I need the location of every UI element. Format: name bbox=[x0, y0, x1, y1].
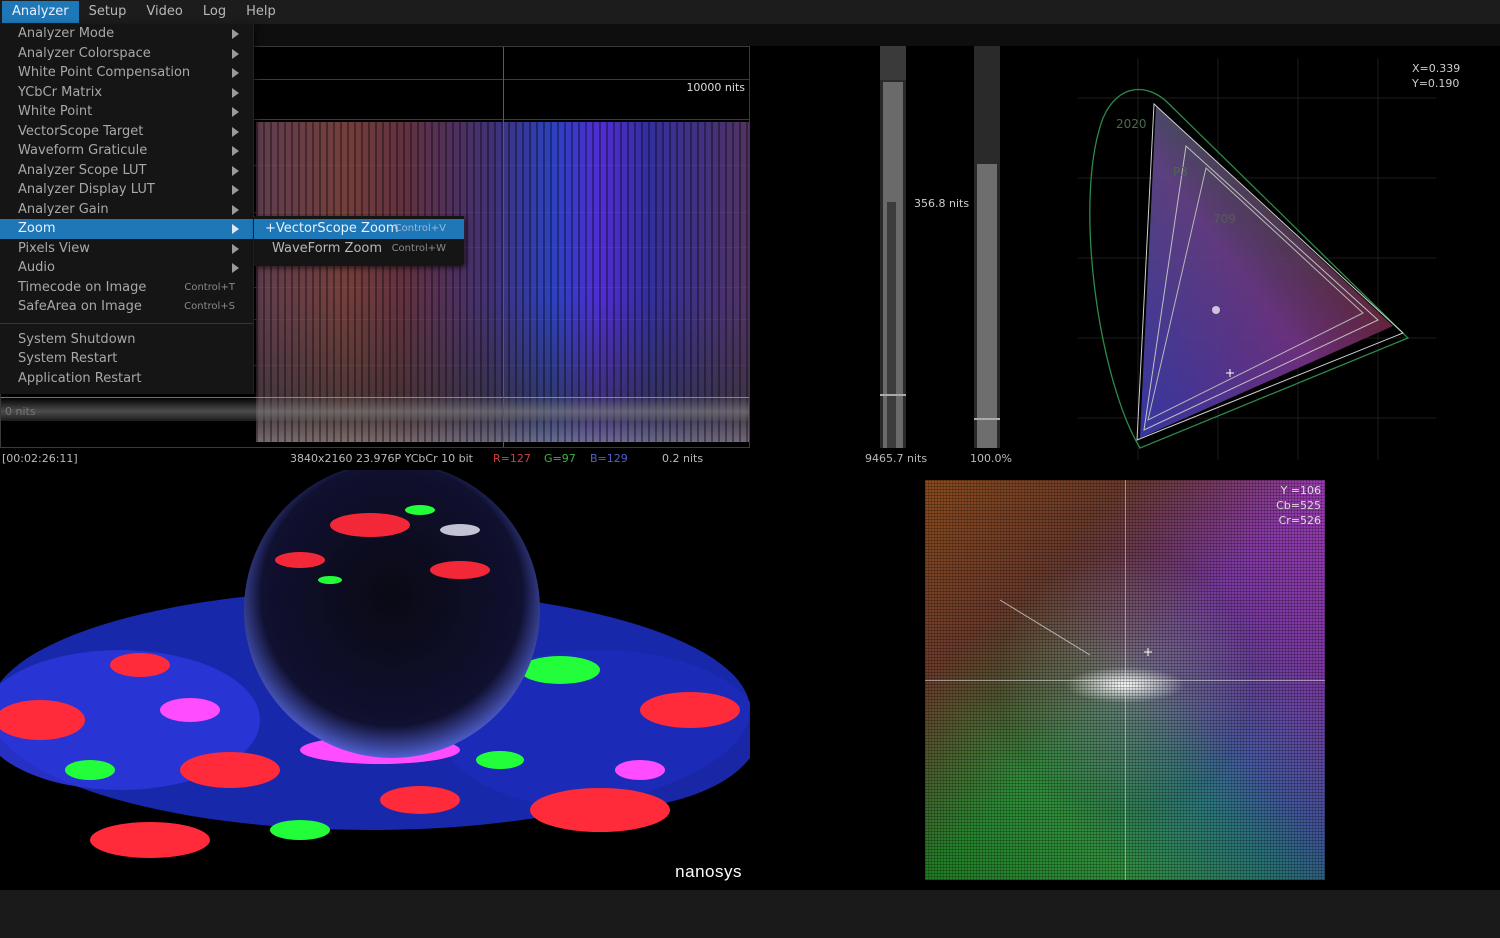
submenu-arrow-icon bbox=[232, 165, 239, 176]
vectorscope-cb-readout: Cb=525 bbox=[1276, 499, 1321, 512]
vectorscope-cursor-icon bbox=[1144, 648, 1152, 656]
shortcut-label: Control+T bbox=[184, 281, 235, 293]
gamut-label-709: 709 bbox=[1213, 212, 1236, 226]
menu-item-ycbcr-matrix[interactable]: YCbCr Matrix bbox=[0, 83, 253, 103]
luminance-meter-level bbox=[887, 202, 896, 448]
submenu-arrow-icon bbox=[232, 263, 239, 273]
menu-item-audio[interactable]: Audio bbox=[0, 258, 253, 278]
submenu-item-waveform-zoom[interactable]: WaveForm Zoom Control+W bbox=[254, 239, 464, 259]
crystal-ball bbox=[244, 470, 540, 758]
menu-item-system-restart[interactable]: System Restart bbox=[0, 349, 253, 369]
submenu-arrow-icon bbox=[232, 204, 239, 215]
menu-item-analyzer-display-lut[interactable]: Analyzer Display LUT bbox=[0, 180, 253, 200]
submenu-arrow-icon bbox=[232, 48, 239, 59]
menu-setup[interactable]: Setup bbox=[79, 1, 137, 23]
pixel-nits-value: 0.2 nits bbox=[662, 452, 704, 465]
menu-analyzer[interactable]: Analyzer bbox=[2, 1, 79, 23]
menu-bar: Analyzer Setup Video Log Help bbox=[0, 0, 1500, 24]
cie-plot: 2020 P3 709 bbox=[1078, 58, 1436, 460]
pixel-b-value: B=129 bbox=[590, 452, 628, 465]
menu-item-application-restart[interactable]: Application Restart bbox=[0, 369, 253, 389]
luminance-meter bbox=[880, 46, 906, 448]
menu-item-system-shutdown[interactable]: System Shutdown bbox=[0, 330, 253, 350]
pixel-g-value: G=97 bbox=[544, 452, 576, 465]
pixel-r-value: R=127 bbox=[493, 452, 531, 465]
cie-x-readout: X=0.339 bbox=[1412, 62, 1461, 75]
video-preview[interactable]: nanosys bbox=[0, 470, 750, 890]
menu-help[interactable]: Help bbox=[236, 1, 286, 23]
gamut-label-p3: P3 bbox=[1173, 165, 1188, 179]
menu-item-analyzer-gain[interactable]: Analyzer Gain bbox=[0, 200, 253, 220]
zoom-submenu: +VectorScope Zoom Control+V WaveForm Zoom… bbox=[254, 216, 464, 266]
luminance-meter-value: 356.8 nits bbox=[914, 197, 970, 210]
video-frame bbox=[0, 470, 750, 890]
bottom-bar bbox=[0, 890, 1500, 938]
submenu-arrow-icon bbox=[232, 185, 239, 195]
video-format: 3840x2160 23.976P YCbCr 10 bit bbox=[290, 452, 473, 465]
cie-y-readout: Y=0.190 bbox=[1412, 77, 1460, 90]
submenu-arrow-icon bbox=[232, 146, 239, 156]
submenu-arrow-icon bbox=[232, 87, 239, 98]
percentage-meter bbox=[974, 46, 1000, 448]
shortcut-label: Control+S bbox=[184, 301, 235, 312]
submenu-arrow-icon bbox=[232, 126, 239, 137]
vectorscope[interactable]: Y =106 Cb=525 Cr=526 bbox=[925, 480, 1325, 880]
menu-item-analyzer-colorspace[interactable]: Analyzer Colorspace bbox=[0, 44, 253, 64]
menu-item-zoom[interactable]: Zoom bbox=[0, 219, 253, 239]
vectorscope-overlay bbox=[999, 599, 1152, 656]
menu-item-vectorscope-target[interactable]: VectorScope Target bbox=[0, 122, 253, 142]
menu-item-analyzer-scope-lut[interactable]: Analyzer Scope LUT bbox=[0, 161, 253, 181]
submenu-arrow-icon bbox=[232, 243, 239, 254]
shortcut-label: Control+V bbox=[394, 223, 446, 234]
menu-item-analyzer-mode[interactable]: Analyzer Mode bbox=[0, 24, 253, 44]
timecode: [00:02:26:11] bbox=[2, 452, 78, 465]
waveform-top-label: 10000 nits bbox=[686, 81, 745, 94]
submenu-arrow-icon bbox=[232, 68, 239, 78]
submenu-arrow-icon bbox=[232, 107, 239, 117]
menu-item-white-point[interactable]: White Point bbox=[0, 102, 253, 122]
menu-item-timecode-on-image[interactable]: Timecode on Image Control+T bbox=[0, 278, 253, 298]
analyzer-menu: Analyzer Mode Analyzer Colorspace White … bbox=[0, 24, 254, 394]
menu-video[interactable]: Video bbox=[136, 1, 192, 23]
waveform-cursor-line bbox=[503, 47, 504, 447]
menu-item-waveform-graticule[interactable]: Waveform Graticule bbox=[0, 141, 253, 161]
waveform-floor bbox=[1, 397, 749, 421]
waveform-baseline bbox=[1, 397, 749, 398]
shortcut-label: Control+W bbox=[391, 243, 446, 254]
nanosys-logo: nanosys bbox=[675, 862, 742, 881]
vectorscope-cr-readout: Cr=526 bbox=[1278, 514, 1321, 527]
submenu-item-vectorscope-zoom[interactable]: +VectorScope Zoom Control+V bbox=[254, 219, 464, 239]
menu-item-pixels-view[interactable]: Pixels View bbox=[0, 239, 253, 259]
right-meter-bottom-label: 100.0% bbox=[970, 452, 1012, 465]
waveform-bottom-label: 0 nits bbox=[5, 405, 36, 418]
menu-log[interactable]: Log bbox=[193, 1, 236, 23]
vectorscope-y-readout: Y =106 bbox=[1280, 484, 1321, 497]
submenu-arrow-icon bbox=[232, 29, 239, 39]
menu-item-safearea-on-image[interactable]: SafeArea on Image Control+S bbox=[0, 297, 253, 317]
submenu-arrow-icon bbox=[232, 224, 239, 234]
gamut-label-2020: 2020 bbox=[1116, 117, 1147, 131]
menu-item-white-point-compensation[interactable]: White Point Compensation bbox=[0, 63, 253, 83]
cie-chromaticity-diagram[interactable]: 2020 P3 709 X=0.339 Y=0.190 bbox=[1078, 58, 1460, 460]
percentage-meter-fill bbox=[977, 164, 997, 448]
menu-separator bbox=[0, 322, 253, 324]
left-meter-bottom-label: 9465.7 nits bbox=[865, 452, 928, 465]
